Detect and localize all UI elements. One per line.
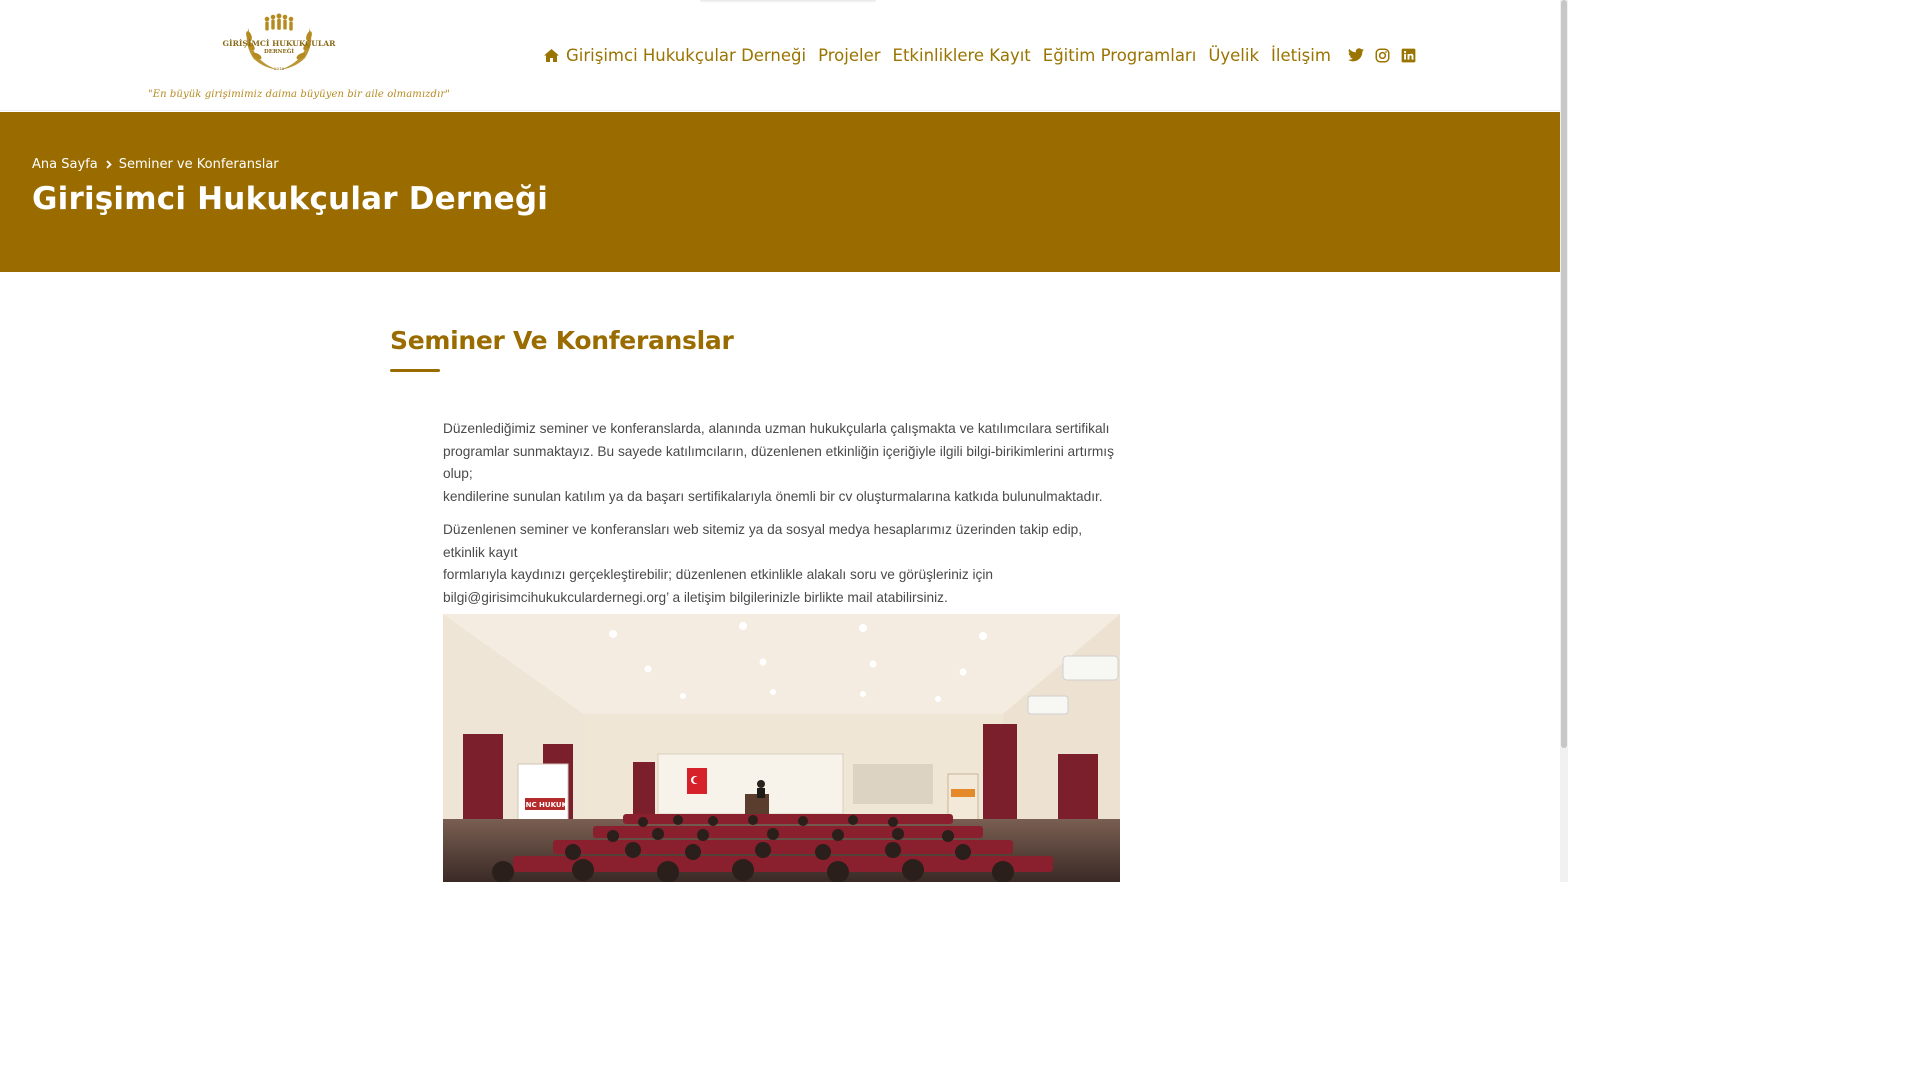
paragraph-1-line: kendilerine sunulan katılım ya da başarı…	[443, 488, 1103, 504]
logo-year: 2018	[273, 66, 285, 71]
header-shadow	[700, 0, 876, 3]
nav-item-home[interactable]: Girişimci Hukukçular Derneği	[543, 46, 806, 65]
linkedin-icon[interactable]	[1399, 46, 1417, 64]
paragraph-2-line: Düzenlenen seminer ve konferansları web …	[443, 522, 1083, 560]
paragraph-2: Düzenlenen seminer ve konferansları web …	[443, 519, 1123, 609]
paragraph-1-line: programlar sunmaktayız. Bu sayede katılı…	[443, 443, 1114, 482]
paragraph-2-line: formlarıyla kaydınızı gerçekleştirebilir…	[443, 567, 994, 582]
paragraph-2-line: bilgi@girisimcihukukculardernegi.org’ a …	[443, 589, 948, 605]
title-underline	[390, 369, 440, 372]
scrollbar-thumb[interactable]	[1561, 0, 1567, 748]
breadcrumb: Ana Sayfa Seminer ve Konferanslar	[32, 157, 279, 172]
paragraph-1: Düzenlediğimiz seminer ve konferanslarda…	[443, 418, 1123, 508]
logo-slogan: "En büyük girişimimiz daima büyüyen bir …	[148, 89, 450, 100]
nav-item-iletisim[interactable]: İletişim	[1271, 46, 1331, 65]
logo[interactable]: GİRİŞİMCİ HUKUKÇULAR DERNEĞİ 2018 "En bü…	[148, 10, 450, 104]
instagram-icon[interactable]	[1373, 46, 1391, 64]
page-title: Girişimci Hukukçular Derneği	[32, 181, 549, 217]
page-scrollbar[interactable]	[1560, 0, 1568, 882]
logo-name-line2: DERNEĞİ	[263, 49, 295, 55]
nav-item-home-label: Girişimci Hukukçular Derneği	[566, 45, 807, 65]
main-nav: Girişimci Hukukçular Derneği Projeler Et…	[543, 43, 1343, 67]
logo-name: GİRİŞİMCİ HUKUKÇULAR	[222, 39, 336, 48]
paragraph-1-line: Düzenlediğimiz seminer ve konferanslarda…	[443, 421, 1110, 436]
seminar-hall-image: İNC HUKUK	[443, 614, 1120, 882]
home-icon	[543, 48, 560, 63]
seminar-photo: İNC HUKUK	[443, 614, 1120, 882]
content-text: Düzenlediğimiz seminer ve konferanslarda…	[443, 418, 1123, 620]
chevron-right-icon	[106, 160, 112, 169]
twitter-icon[interactable]	[1347, 46, 1365, 64]
nav-item-egitim-programlari[interactable]: Eğitim Programları	[1043, 46, 1197, 65]
social-links	[1347, 46, 1425, 64]
nav-item-projeler[interactable]: Projeler	[818, 46, 880, 65]
nav-item-uyelik[interactable]: Üyelik	[1208, 46, 1259, 65]
logo-emblem: GİRİŞİMCİ HUKUKÇULAR DERNEĞİ 2018	[223, 10, 335, 78]
photo-banner-text: İNC HUKUK	[523, 800, 568, 809]
breadcrumb-current: Seminer ve Konferanslar	[118, 157, 279, 172]
section-title: Seminer Ve Konferanslar	[390, 326, 734, 355]
nav-item-etkinliklere-kayit[interactable]: Etkinliklere Kayıt	[893, 46, 1031, 65]
page-banner: Ana Sayfa Seminer ve Konferanslar Girişi…	[0, 112, 1562, 272]
breadcrumb-home-link[interactable]: Ana Sayfa	[32, 157, 98, 172]
site-header: GİRİŞİMCİ HUKUKÇULAR DERNEĞİ 2018 "En bü…	[0, 0, 1560, 111]
